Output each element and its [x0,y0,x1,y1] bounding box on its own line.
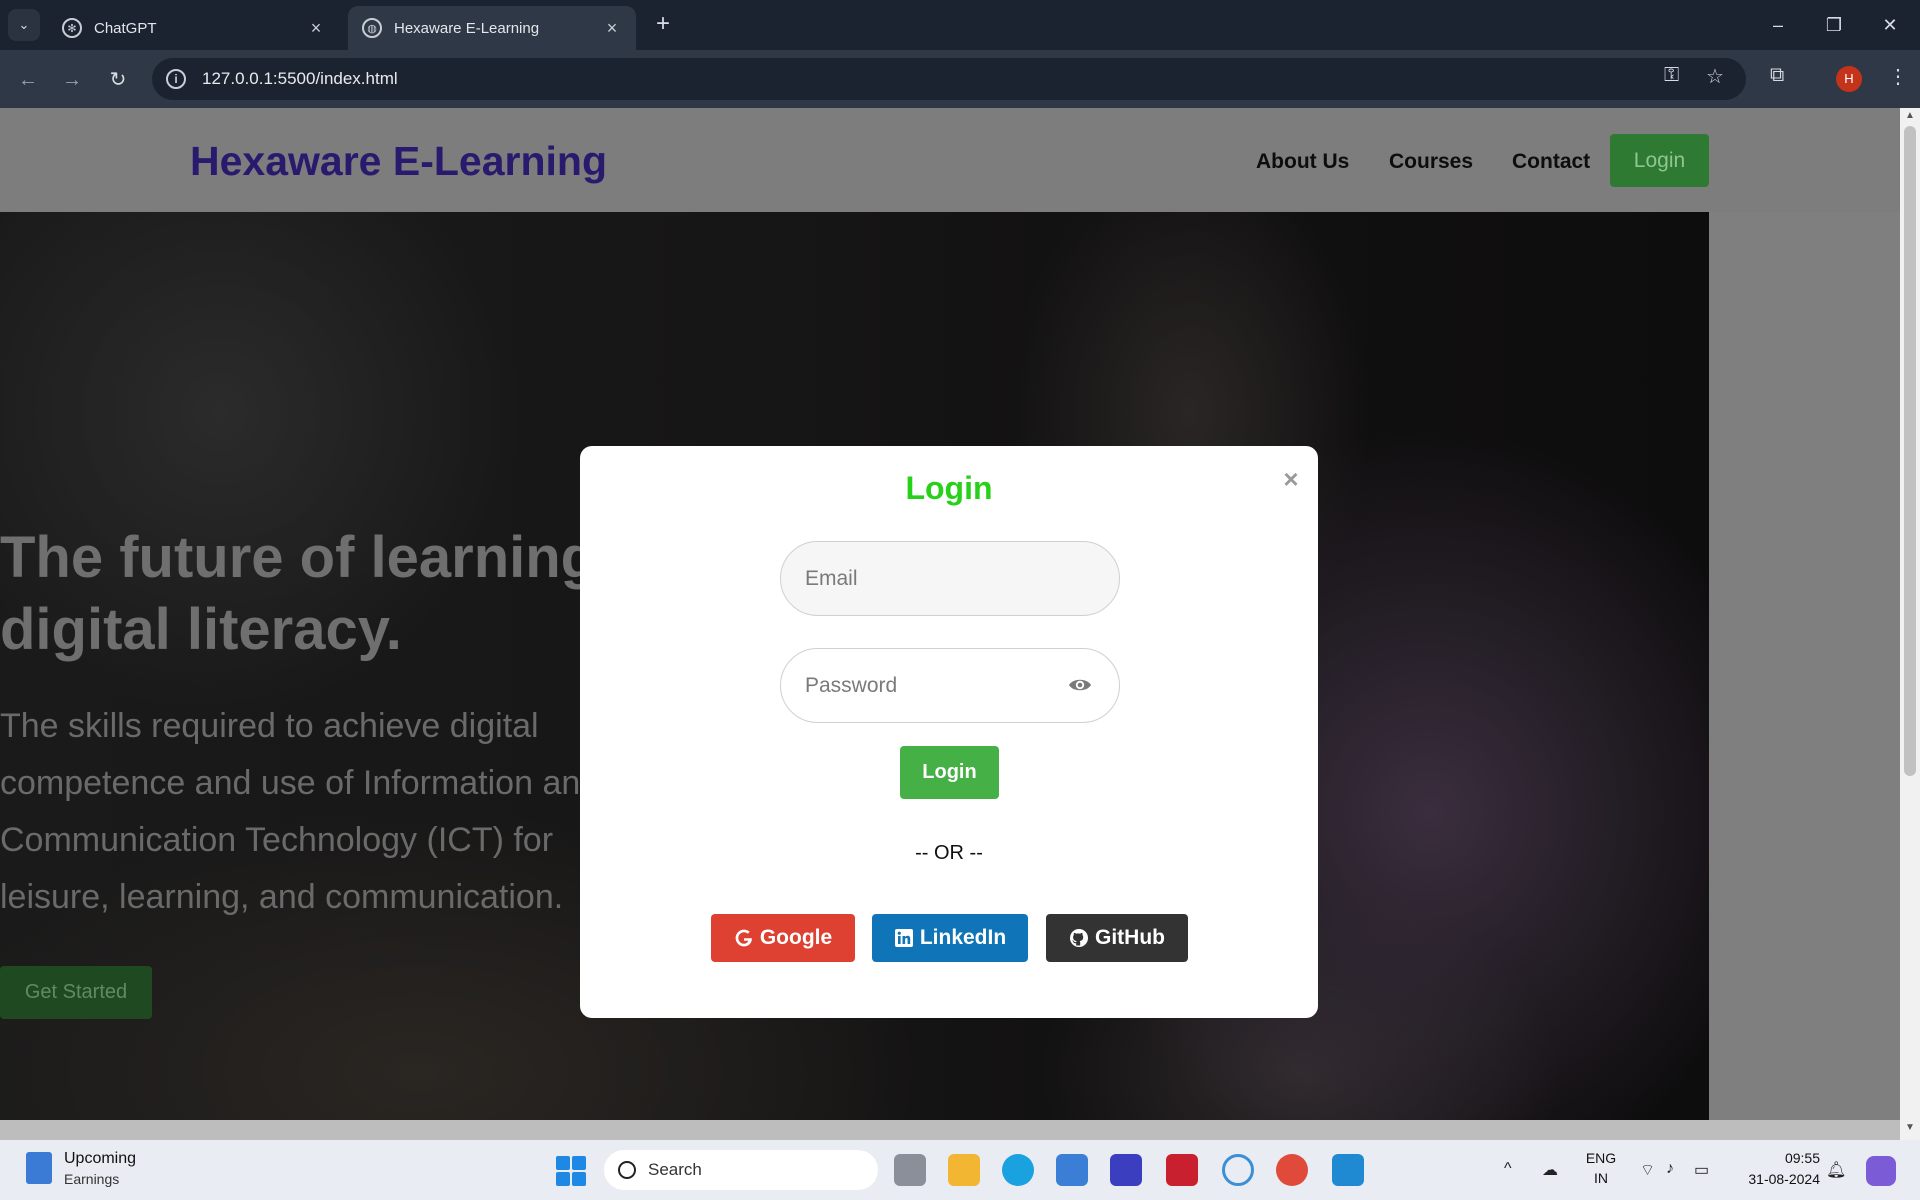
linkedin-label: LinkedIn [919,926,1007,949]
back-arrow-icon[interactable]: ← [14,66,42,94]
extensions-icon[interactable]: ⧉ [1770,64,1784,87]
site-info-icon[interactable]: i [166,69,186,89]
google-label: Google [759,926,833,949]
login-modal: Login × Login -- OR -- Google LinkedIn [580,446,1318,1018]
profile-avatar[interactable]: H [1836,66,1862,92]
widget-title[interactable]: Upcoming [64,1150,136,1168]
page-scrollbar[interactable]: ▲ ▼ [1900,108,1920,1140]
search-icon [618,1161,636,1179]
tab-title: ChatGPT [94,19,157,37]
login-submit-button[interactable]: Login [900,746,999,799]
close-icon[interactable]: × [1280,466,1302,492]
browser-tab-bar: ⌄ ✻ ChatGPT × ◍ Hexaware E-Learning × + … [0,0,1920,50]
header-login-button[interactable]: Login [1610,134,1709,187]
linkedin-login-button[interactable]: LinkedIn [872,914,1028,962]
restore-button[interactable]: ❐ [1814,10,1854,40]
page-side-area [1709,212,1900,1120]
globe-favicon-icon: ◍ [362,18,382,38]
clock-date[interactable]: 31-08-2024 [1730,1171,1820,1187]
chrome-icon[interactable] [1276,1154,1308,1186]
tab-chatgpt[interactable]: ✻ ChatGPT × [48,6,340,50]
onedrive-icon[interactable]: ☁ [1542,1160,1558,1180]
region-indicator[interactable]: IN [1584,1170,1618,1186]
modal-title: Login [905,470,993,506]
password-key-icon[interactable]: ⚿ [1664,64,1679,87]
email-field[interactable] [780,541,1120,616]
scroll-up-icon[interactable]: ▲ [1904,110,1916,121]
react-icon[interactable] [1222,1154,1254,1186]
site-brand[interactable]: Hexaware E-Learning [190,138,607,185]
taskbar-search-label: Search [648,1160,702,1179]
reload-icon[interactable]: ↻ [104,66,132,94]
scrollbar-thumb[interactable] [1904,126,1916,776]
task-view-icon[interactable] [894,1154,926,1186]
tab-search-button[interactable]: ⌄ [8,9,40,41]
bookmark-star-icon[interactable]: ☆ [1706,64,1724,89]
github-login-button[interactable]: GitHub [1046,914,1188,962]
store-icon[interactable] [1056,1154,1088,1186]
widget-subtitle[interactable]: Earnings [64,1171,119,1187]
close-tab-icon[interactable]: × [306,18,326,39]
eye-icon[interactable] [1068,675,1092,695]
vscode-icon[interactable] [1332,1154,1364,1186]
get-started-button[interactable]: Get Started [0,966,152,1019]
hero-description: The skills required to achieve digital c… [0,707,600,916]
powerautomate-icon[interactable] [1110,1154,1142,1186]
tab-hexaware[interactable]: ◍ Hexaware E-Learning × [348,6,636,50]
wifi-icon[interactable]: ⌔ [1640,1160,1655,1180]
close-tab-icon[interactable]: × [602,18,622,39]
github-label: GitHub [1095,926,1165,949]
nav-courses[interactable]: Courses [1389,150,1473,174]
github-icon [1070,929,1088,947]
windows-start-icon[interactable] [556,1156,586,1186]
taskbar-search[interactable]: Search [604,1150,878,1190]
scroll-down-icon[interactable]: ▼ [1904,1122,1916,1133]
language-indicator[interactable]: ENG [1584,1150,1618,1166]
close-window-button[interactable]: ✕ [1870,10,1910,40]
nav-contact[interactable]: Contact [1512,150,1590,174]
new-tab-button[interactable]: + [650,12,676,38]
or-divider: -- OR -- [915,842,983,864]
edge-icon[interactable] [1002,1154,1034,1186]
site-header: Hexaware E-Learning About Us Courses Con… [0,108,1900,212]
file-explorer-icon[interactable] [948,1154,980,1186]
battery-icon[interactable]: ▭ [1694,1160,1709,1180]
linkedin-icon [894,929,913,947]
tray-overflow-icon[interactable]: ^ [1504,1160,1512,1178]
tab-title: Hexaware E-Learning [394,19,540,37]
address-bar-row: ← → ↻ i 127.0.0.1:5500/index.html ⚿ ☆ ⧉ … [0,50,1920,108]
url-text[interactable]: 127.0.0.1:5500/index.html [202,69,398,89]
minimize-button[interactable]: – [1758,10,1798,40]
google-login-button[interactable]: Google [711,914,855,962]
page-viewport: Hexaware E-Learning About Us Courses Con… [0,108,1900,1120]
notifications-icon[interactable]: 🔔︎ [1826,1160,1846,1180]
copilot-icon[interactable] [1866,1156,1896,1186]
nav-about-us[interactable]: About Us [1256,150,1349,174]
widgets-icon[interactable] [26,1152,52,1184]
volume-icon[interactable]: ♪ [1666,1160,1674,1178]
mcafee-icon[interactable] [1166,1154,1198,1186]
windows-taskbar: Upcoming Earnings Search ^ ☁ ENG IN ⌔ ♪ … [0,1140,1920,1200]
forward-arrow-icon[interactable]: → [58,66,86,94]
url-bar[interactable]: i 127.0.0.1:5500/index.html [152,58,1746,100]
more-menu-icon[interactable]: ⋮ [1888,64,1908,89]
horizontal-scrollbar[interactable] [0,1120,1900,1140]
google-icon [735,929,752,947]
clock-time[interactable]: 09:55 [1736,1150,1820,1166]
chatgpt-favicon-icon: ✻ [62,18,82,38]
